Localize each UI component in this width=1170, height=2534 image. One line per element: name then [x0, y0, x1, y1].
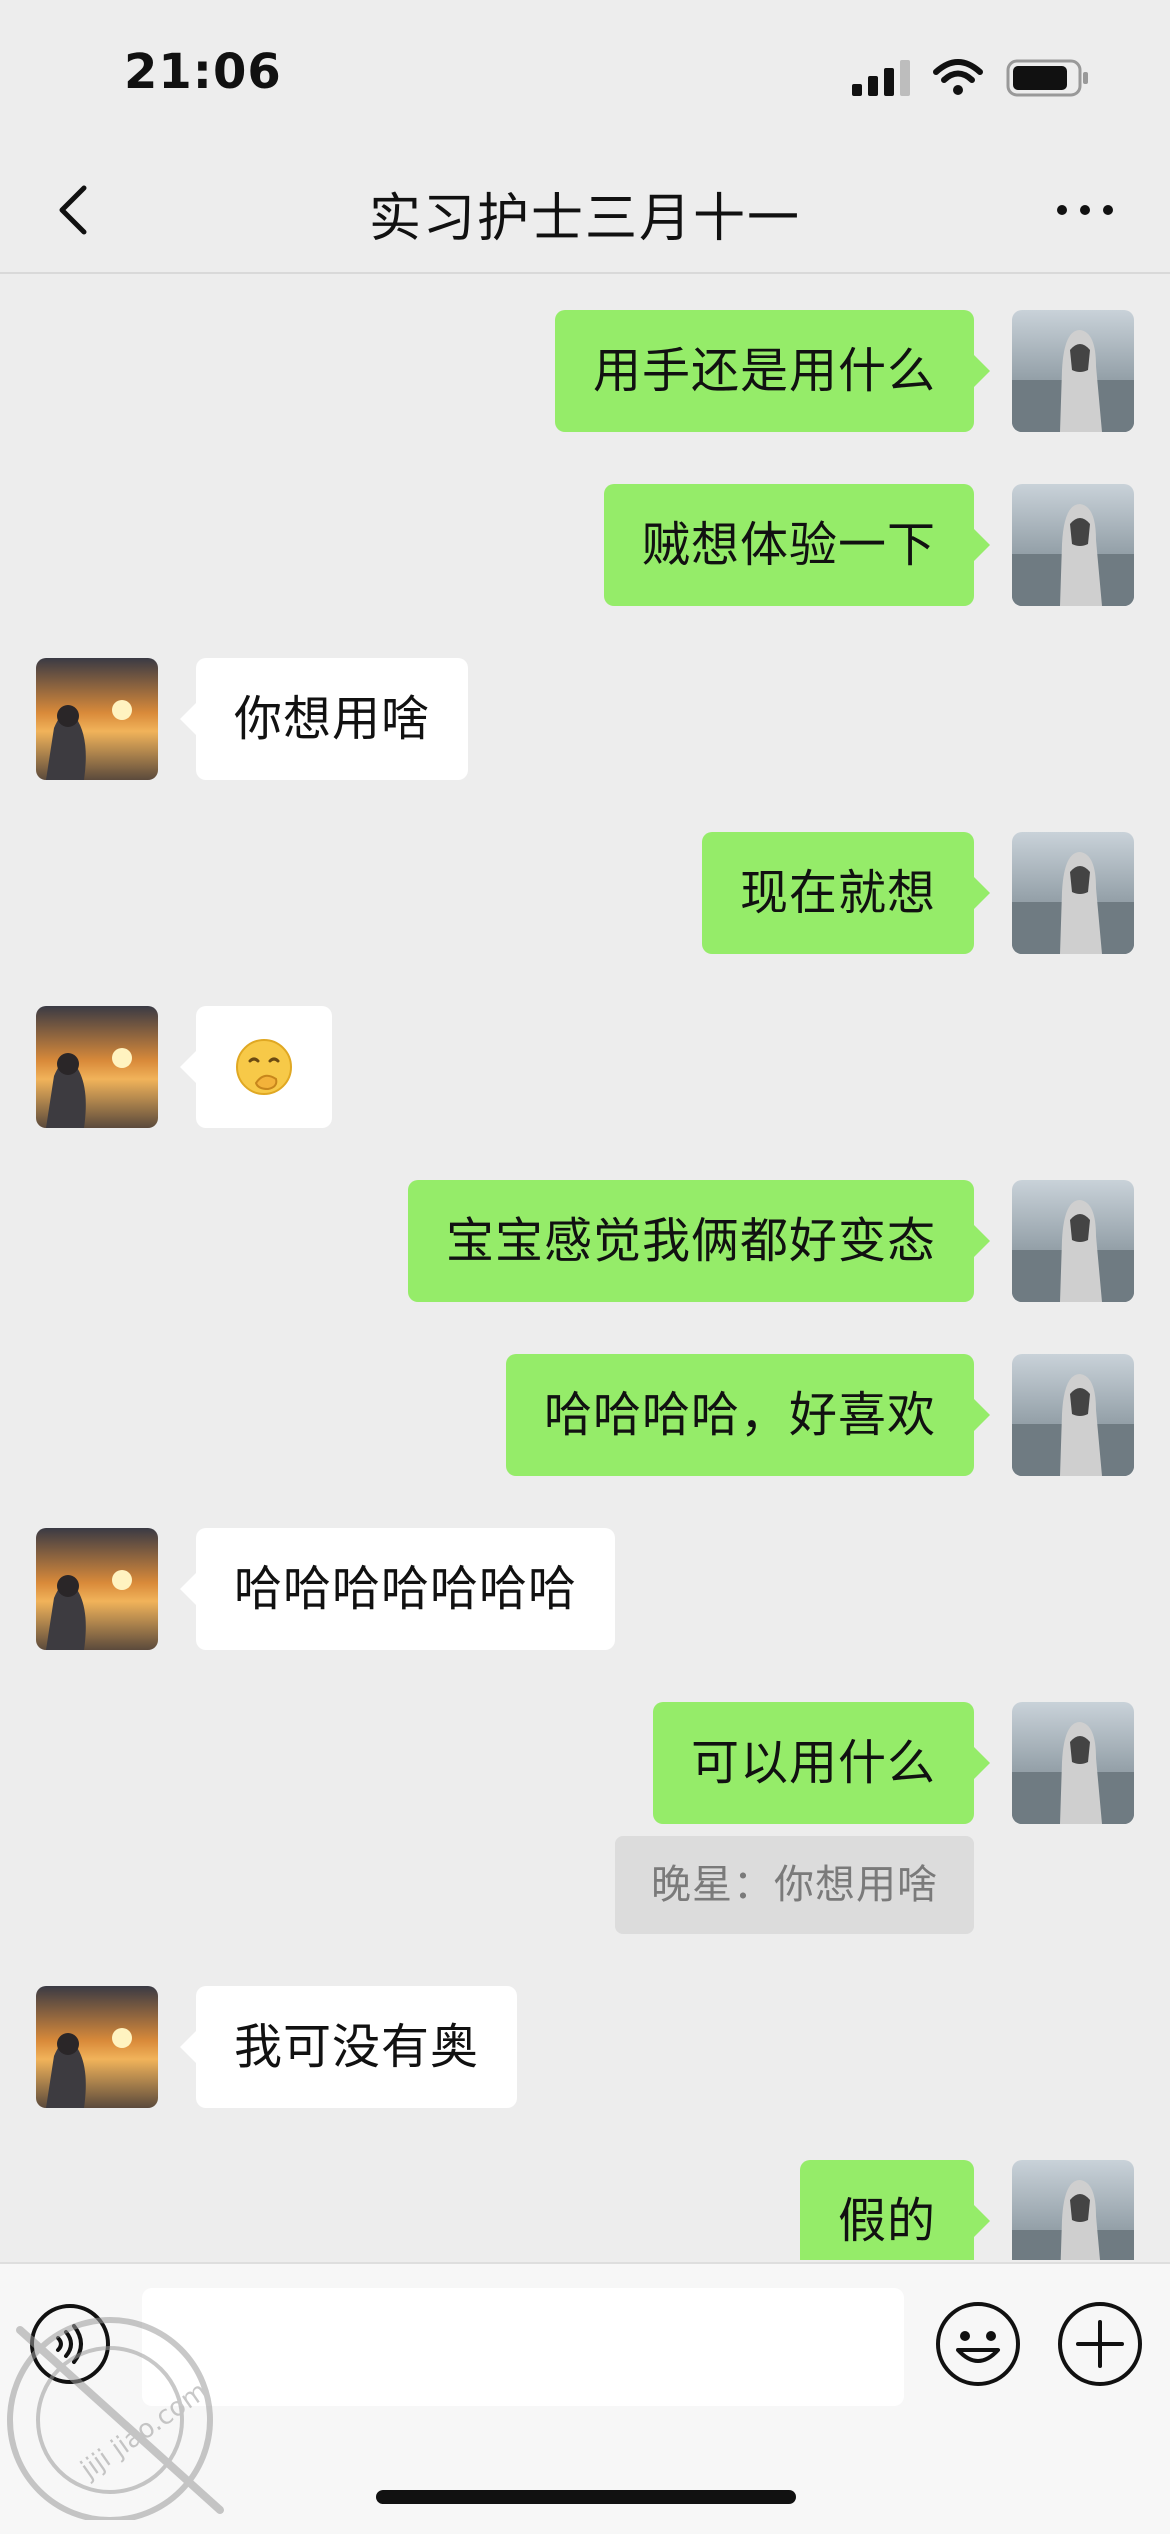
emoji-icon[interactable] — [934, 2300, 1022, 2388]
my-avatar[interactable] — [1012, 1180, 1134, 1302]
message-bubble[interactable]: 贼想体验一下 — [603, 484, 991, 606]
my-avatar[interactable] — [1012, 2160, 1134, 2260]
my-avatar[interactable] — [1012, 310, 1134, 432]
message-bubble[interactable]: 假的 — [799, 2160, 991, 2260]
my-avatar[interactable] — [1012, 1702, 1134, 1824]
message-bubble[interactable]: 宝宝感觉我俩都好变态 — [407, 1180, 991, 1302]
peer-avatar[interactable] — [36, 658, 158, 780]
cellular-signal-icon — [852, 60, 910, 96]
message-bubble[interactable]: 我可没有奥 — [179, 1986, 518, 2108]
peer-avatar[interactable] — [36, 1006, 158, 1128]
shushing-face-emoji-icon — [236, 1039, 292, 1095]
wifi-icon — [933, 59, 983, 95]
emoji-message-bubble[interactable] — [180, 1006, 332, 1128]
message-input[interactable] — [142, 2288, 904, 2406]
peer-avatar[interactable] — [36, 1528, 158, 1650]
my-avatar[interactable] — [1012, 1354, 1134, 1476]
home-indicator — [376, 2490, 796, 2504]
peer-avatar[interactable] — [36, 1986, 158, 2108]
battery-icon — [1006, 59, 1088, 97]
chat-title: 实习护士三月十一 — [368, 189, 801, 249]
quoted-reply[interactable]: 晚星：你想用啥 — [615, 1836, 974, 1934]
nav-bar: 实习护士三月十一 — [0, 150, 1170, 274]
message-bubble[interactable]: 现在就想 — [701, 832, 991, 954]
more-dots-icon[interactable] — [1050, 180, 1120, 240]
status-icons — [852, 56, 1090, 100]
message-bubble[interactable]: 哈哈哈哈，好喜欢 — [505, 1354, 991, 1476]
my-avatar[interactable] — [1012, 832, 1134, 954]
status-time: 21:06 — [124, 44, 282, 100]
status-bar: 21:06 — [0, 0, 1170, 150]
my-avatar[interactable] — [1012, 484, 1134, 606]
chat-area[interactable]: 用手还是用什么 贼想体验一下 你想用啥 现在就想 宝宝感觉我俩都好变态 哈哈哈哈… — [0, 274, 1170, 2260]
message-bubble[interactable]: 可以用什么 — [652, 1702, 991, 1824]
plus-circle-icon[interactable] — [1056, 2300, 1144, 2388]
watermark-logo: jiji jiao.com — [7, 2317, 224, 2520]
message-bubble[interactable]: 用手还是用什么 — [554, 310, 991, 432]
message-bubble[interactable]: 你想用啥 — [179, 658, 469, 780]
message-bubble[interactable]: 哈哈哈哈哈哈哈 — [179, 1528, 616, 1650]
